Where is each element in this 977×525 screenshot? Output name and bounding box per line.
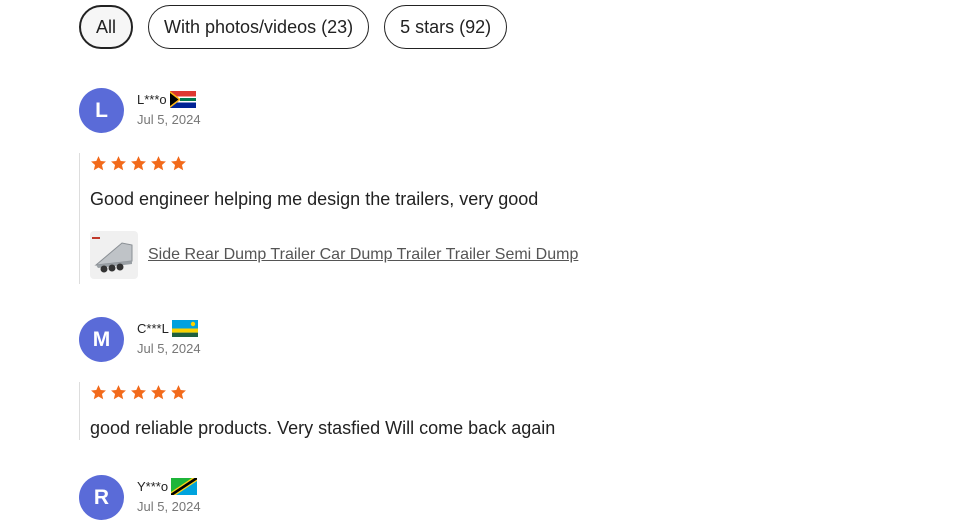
star-icon <box>111 384 126 399</box>
avatar: M <box>79 317 124 362</box>
star-icon <box>91 384 106 399</box>
avatar: R <box>79 475 124 520</box>
review-item: M C***L Jul 5, 2024 good reliable produc… <box>79 317 939 440</box>
star-rating <box>90 382 939 402</box>
star-icon <box>91 155 106 170</box>
review-text: Good engineer helping me design the trai… <box>90 189 539 209</box>
review-item: L L***o Jul 5, 2024 Good engineer helpin… <box>79 88 939 284</box>
reviewer-info: L L***o Jul 5, 2024 <box>79 88 939 138</box>
product-title-link[interactable]: Side Rear Dump Trailer Car Dump Trailer … <box>148 246 578 264</box>
star-icon <box>171 384 186 399</box>
south-africa-flag-icon <box>169 90 196 108</box>
reviewer-name: Y***o <box>137 478 169 494</box>
avatar: L <box>79 88 124 133</box>
filter-all[interactable]: All <box>79 5 134 49</box>
rwanda-flag-icon <box>171 319 198 337</box>
review-date: Jul 5, 2024 <box>137 112 201 127</box>
review-date: Jul 5, 2024 <box>137 341 201 356</box>
star-rating <box>90 153 939 173</box>
star-icon <box>131 384 146 399</box>
review-filters: All With photos/videos (23) 5 stars (92) <box>79 5 508 49</box>
filter-5-stars[interactable]: 5 stars (92) <box>384 5 508 49</box>
review-date: Jul 5, 2024 <box>137 499 201 514</box>
reviewed-product-link[interactable]: Side Rear Dump Trailer Car Dump Trailer … <box>90 230 939 280</box>
review-body: good reliable products. Very stasfied Wi… <box>79 382 939 440</box>
reviewer-info: R Y***o Jul 5, 2024 <box>79 475 939 525</box>
filter-with-photos-videos[interactable]: With photos/videos (23) <box>148 5 370 49</box>
star-icon <box>151 384 166 399</box>
review-item: R Y***o Jul 5, 2024 <box>79 475 939 525</box>
review-body: Good engineer helping me design the trai… <box>79 153 939 284</box>
star-icon <box>111 155 126 170</box>
product-thumbnail[interactable] <box>90 231 138 279</box>
dump-trailer-icon <box>92 237 133 273</box>
star-icon <box>151 155 166 170</box>
reviewer-name: C***L <box>137 320 169 336</box>
reviewer-info: M C***L Jul 5, 2024 <box>79 317 939 367</box>
star-icon <box>131 155 146 170</box>
star-icon <box>171 155 186 170</box>
tanzania-flag-icon <box>171 477 198 495</box>
reviewer-name: L***o <box>137 91 167 107</box>
review-text: good reliable products. Very stasfied Wi… <box>90 418 556 438</box>
